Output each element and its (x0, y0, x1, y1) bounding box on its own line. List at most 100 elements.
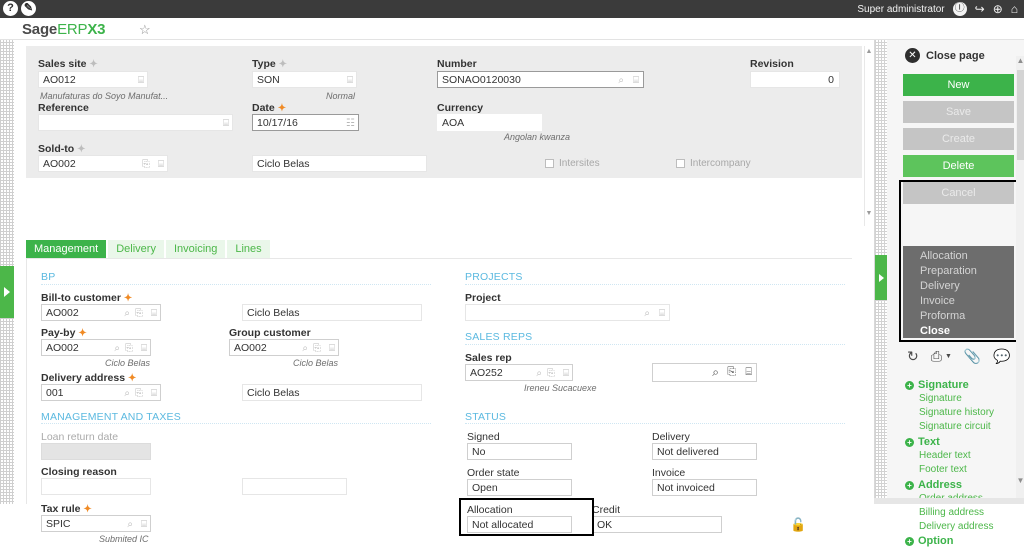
link-footer-text[interactable]: Footer text (905, 463, 971, 477)
link-header-text[interactable]: Header text (905, 449, 971, 463)
jump-icon[interactable]: ⎘ (313, 341, 321, 356)
favorite-star-icon[interactable]: ☆ (139, 22, 151, 38)
save-button[interactable]: Save (903, 101, 1014, 123)
search-icon[interactable]: ⌕ (712, 365, 719, 380)
search-icon[interactable]: ⌕ (618, 73, 624, 88)
type-input[interactable]: SON ⌸ (252, 71, 357, 88)
menu-item-allocation[interactable]: Allocation (903, 248, 1014, 263)
search-icon[interactable]: ⌕ (127, 517, 133, 532)
group-customer-input[interactable]: AO002 ⌕ ⎘ ⌸ (229, 339, 339, 356)
detail-icon[interactable]: ⌸ (563, 366, 569, 381)
user-avatar-icon[interactable]: Ⓘ (952, 2, 967, 16)
intercompany-checkbox[interactable]: Intercompany (676, 158, 751, 169)
search-icon[interactable]: ⌕ (302, 341, 308, 356)
edit-pen-icon[interactable]: ✎ (21, 1, 36, 16)
calendar-icon[interactable]: ☷ (346, 116, 355, 131)
scrollbar-thumb[interactable] (1017, 70, 1024, 160)
sold-to-name-input[interactable]: Ciclo Belas (252, 155, 427, 172)
tab-invoicing[interactable]: Invoicing (165, 240, 226, 258)
search-icon[interactable]: ⌕ (644, 306, 650, 321)
jump-icon[interactable]: ⎘ (727, 365, 736, 380)
search-icon[interactable]: ⌕ (536, 366, 542, 381)
logout-icon[interactable]: ↪ (975, 3, 985, 15)
sales-rep-input[interactable]: AO252 ⌕ ⎘ ⌸ (465, 364, 573, 381)
link-group-signature-header[interactable]: + Signature (905, 378, 994, 392)
detail-icon[interactable]: ⌸ (633, 73, 639, 88)
cancel-button[interactable]: Cancel (903, 182, 1014, 204)
order-state-input[interactable]: Open (467, 479, 572, 496)
jump-icon[interactable]: ⎘ (125, 341, 133, 356)
number-input[interactable]: SONAO0120030 ⌕ ⌸ (437, 71, 644, 88)
expand-icon[interactable]: + (905, 480, 914, 490)
link-signature-history[interactable]: Signature history (905, 406, 994, 420)
credit-input[interactable]: OK (592, 516, 722, 533)
detail-icon[interactable]: ⌸ (158, 157, 164, 172)
detail-icon[interactable]: ⌸ (347, 73, 353, 88)
close-page-button[interactable]: ✕ Close page (905, 48, 985, 63)
new-button[interactable]: New (903, 74, 1014, 96)
close-icon[interactable]: ✕ (905, 48, 920, 63)
print-icon[interactable]: ⎙ (931, 348, 942, 365)
delivery-address-name-input[interactable]: Ciclo Belas (242, 384, 422, 401)
jump-icon[interactable]: ⎘ (142, 157, 150, 172)
globe-icon[interactable]: ⊕ (993, 3, 1003, 15)
project-input[interactable]: ⌕ ⌸ (465, 304, 670, 321)
menu-item-close[interactable]: Close (903, 323, 1014, 338)
detail-icon[interactable]: ⌸ (659, 306, 665, 321)
sales-rep-2-input[interactable]: ⌕ ⎘ ⌸ (652, 363, 757, 382)
expand-icon[interactable]: + (905, 536, 914, 546)
reference-input[interactable]: ⌸ (38, 114, 233, 131)
chevron-down-icon[interactable]: ▼ (945, 353, 952, 360)
scroll-up-icon[interactable]: ▲ (865, 48, 873, 56)
attachment-icon[interactable]: 📎 (964, 348, 981, 365)
search-icon[interactable]: ⌕ (124, 386, 130, 401)
revision-input[interactable]: 0 (750, 71, 840, 88)
signed-input[interactable]: No (467, 443, 572, 460)
invoice-status-input[interactable]: Not invoiced (652, 479, 757, 496)
collapse-right-panel-tab[interactable] (875, 255, 887, 300)
closing-reason-extra-input[interactable] (242, 478, 347, 495)
scroll-up-icon[interactable]: ▲ (1016, 56, 1024, 65)
link-group-address-header[interactable]: + Address (905, 478, 993, 492)
menu-item-invoice[interactable]: Invoice (903, 293, 1014, 308)
jump-icon[interactable]: ⎘ (135, 386, 143, 401)
link-signature[interactable]: Signature (905, 392, 994, 406)
create-button[interactable]: Create (903, 128, 1014, 150)
scroll-down-icon[interactable]: ▼ (865, 210, 873, 218)
jump-icon[interactable]: ⎘ (547, 366, 555, 381)
help-icon[interactable]: ? (3, 1, 18, 16)
sold-to-input[interactable]: AO002 ⎘ ⌸ (38, 155, 168, 172)
delete-button[interactable]: Delete (903, 155, 1014, 177)
comment-icon[interactable]: 💬 (993, 348, 1010, 365)
link-delivery-address[interactable]: Delivery address (905, 520, 993, 534)
detail-icon[interactable]: ⌸ (138, 73, 144, 88)
detail-icon[interactable]: ⌸ (141, 341, 147, 356)
tab-management[interactable]: Management (26, 240, 107, 258)
search-icon[interactable]: ⌕ (114, 341, 120, 356)
scroll-down-icon[interactable]: ▼ (1016, 476, 1024, 485)
tab-lines[interactable]: Lines (227, 240, 270, 258)
sales-site-input[interactable]: AO012 ⌸ (38, 71, 148, 88)
menu-item-preparation[interactable]: Preparation (903, 263, 1014, 278)
date-input[interactable]: 10/17/16 ☷ (252, 114, 359, 131)
link-signature-circuit[interactable]: Signature circuit (905, 420, 994, 434)
tax-rule-input[interactable]: SPIC ⌕ ⌸ (41, 515, 151, 532)
allocation-input[interactable]: Not allocated (467, 516, 572, 533)
right-panel-scrollbar[interactable]: ▲ ▼ (1016, 56, 1024, 504)
closing-reason-input[interactable] (41, 478, 151, 495)
intersites-checkbox[interactable]: Intersites (545, 158, 600, 169)
menu-item-delivery[interactable]: Delivery (903, 278, 1014, 293)
detail-icon[interactable]: ⌸ (745, 365, 752, 380)
jump-icon[interactable]: ⎘ (135, 306, 143, 321)
header-scrollbar[interactable]: ▲ ▼ (864, 46, 872, 226)
expand-left-menu-tab[interactable] (0, 266, 14, 318)
menu-item-proforma[interactable]: Proforma (903, 308, 1014, 323)
expand-icon[interactable]: + (905, 437, 914, 447)
delivery-address-input[interactable]: 001 ⌕ ⎘ ⌸ (41, 384, 161, 401)
currency-input[interactable]: AOA (437, 114, 542, 131)
detail-icon[interactable]: ⌸ (141, 517, 147, 532)
tab-delivery[interactable]: Delivery (108, 240, 164, 258)
refresh-icon[interactable]: ↻ (907, 348, 919, 365)
expand-icon[interactable]: + (905, 380, 914, 390)
detail-icon[interactable]: ⌸ (151, 386, 157, 401)
